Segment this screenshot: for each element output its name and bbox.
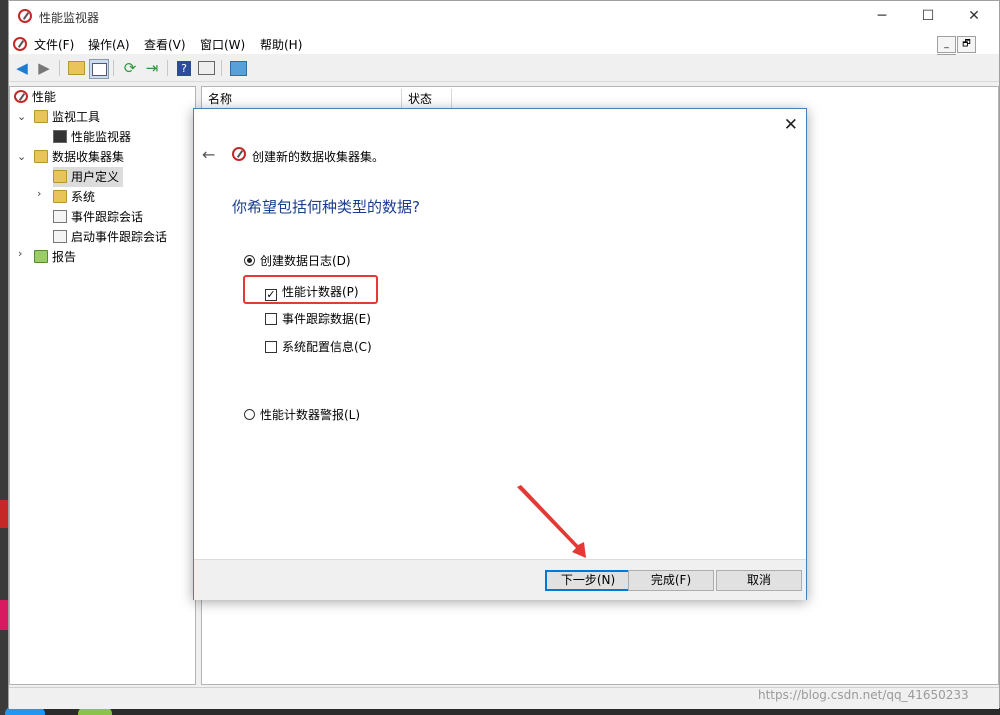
menu-view[interactable]: 查看(V) (144, 36, 186, 53)
dialog-footer: 下一步(N) 完成(F) 取消 (194, 559, 806, 600)
title-bar: 性能监视器 ─ ☐ ✕ (9, 1, 999, 32)
cancel-button[interactable]: 取消 (716, 570, 802, 591)
tree-label: 报告 (52, 250, 77, 264)
chevron-right-icon[interactable]: › (18, 247, 22, 260)
maximize-button[interactable]: ☐ (905, 1, 951, 32)
tree-label: 性能 (32, 90, 57, 104)
chevron-right-icon[interactable]: › (37, 187, 41, 200)
option-label: 性能计数器警报(L) (260, 408, 361, 422)
checkbox-event-trace-data[interactable]: 事件跟踪数据(E) (265, 310, 371, 327)
chevron-down-icon[interactable]: ⌄ (17, 110, 26, 123)
toolbar-separator (221, 60, 222, 76)
tree-item-performance-monitor[interactable]: 性能监视器 (53, 127, 131, 147)
back-arrow-icon[interactable]: ← (202, 145, 215, 164)
menu-action[interactable]: 操作(A) (88, 36, 130, 53)
mdi-controls: _🗗✕ (937, 35, 993, 71)
option-label: 性能计数器(P) (282, 285, 359, 299)
checkbox-icon (265, 341, 277, 353)
minimize-button[interactable]: ─ (859, 1, 905, 32)
menu-help[interactable]: 帮助(H) (260, 36, 302, 53)
tree-label: 性能监视器 (71, 130, 132, 144)
tree-item-data-collector-sets[interactable]: 数据收集器集 (34, 147, 124, 167)
perfmon-icon (14, 90, 28, 103)
checkbox-icon (265, 313, 277, 325)
tree-label: 监视工具 (52, 110, 101, 124)
close-button[interactable]: ✕ (951, 1, 997, 32)
trace-icon (53, 210, 67, 223)
tree-item-system[interactable]: 系统 (53, 187, 95, 207)
back-icon[interactable]: ◀ (13, 59, 31, 77)
user-folder-icon (53, 170, 67, 183)
perfmon-icon (232, 147, 246, 161)
option-label: 系统配置信息(C) (282, 340, 372, 354)
column-header-name[interactable]: 名称 (202, 89, 402, 109)
tree-item-startup-event-trace-sessions[interactable]: 启动事件跟踪会话 (53, 227, 167, 247)
new-collector-icon[interactable] (229, 59, 247, 77)
radio-performance-counter-alert[interactable]: 性能计数器警报(L) (244, 406, 360, 423)
radio-icon (244, 409, 255, 420)
menu-window[interactable]: 窗口(W) (200, 36, 245, 53)
tree-label: 事件跟踪会话 (71, 210, 144, 224)
mdi-minimize-button[interactable]: _ (937, 36, 956, 53)
radio-selected-icon (244, 255, 255, 266)
dialog-close-button[interactable]: ✕ (784, 115, 798, 135)
watermark-text: https://blog.csdn.net/qq_41650233 (758, 688, 969, 702)
create-collector-set-dialog: ✕ ← 创建新的数据收集器集。 你希望包括何种类型的数据? 创建数据日志(D) … (193, 108, 807, 600)
question-heading: 你希望包括何种类型的数据? (232, 198, 420, 216)
report-folder-icon (34, 250, 48, 263)
radio-create-data-log[interactable]: 创建数据日志(D) (244, 252, 351, 269)
help-icon[interactable]: ? (175, 59, 193, 77)
tree-item-user-defined[interactable]: 用户定义 (53, 167, 124, 187)
up-folder-icon[interactable] (67, 59, 85, 77)
show-hide-tree-icon[interactable] (89, 59, 109, 79)
monitor-chart-icon (53, 130, 67, 143)
tree-label: 启动事件跟踪会话 (71, 230, 168, 244)
perfmon-app-icon (18, 9, 32, 23)
mdi-restore-button[interactable]: 🗗 (957, 36, 976, 53)
checkbox-checked-icon: ✓ (265, 288, 277, 301)
refresh-icon[interactable]: ⟳ (121, 59, 139, 77)
menu-file[interactable]: 文件(F) (34, 36, 74, 53)
toolbar-separator (59, 60, 60, 76)
dialog-title: 创建新的数据收集器集。 (252, 150, 385, 164)
navigation-tree: 性能 ⌄ 监视工具 性能监视器 ⌄ 数据收集器集 用户定义 › 系统 事件跟踪会… (9, 86, 196, 685)
option-label: 事件跟踪数据(E) (282, 312, 371, 326)
export-list-icon[interactable]: ⇥ (143, 59, 161, 77)
finish-button[interactable]: 完成(F) (628, 570, 714, 591)
toolbar: ◀ ▶ ⟳ ⇥ ? (9, 55, 999, 82)
checkbox-performance-counter[interactable]: ✓ 性能计数器(P) (265, 283, 359, 301)
tree-item-performance[interactable]: 性能 (14, 87, 56, 107)
tree-label: 用户定义 (71, 170, 120, 184)
tree-item-reports[interactable]: 报告 (34, 247, 76, 267)
checkbox-system-config[interactable]: 系统配置信息(C) (265, 338, 372, 355)
folder-icon (34, 110, 48, 123)
system-folder-icon (53, 190, 67, 203)
desktop-icon-pink (0, 600, 8, 630)
chevron-down-icon[interactable]: ⌄ (17, 150, 26, 163)
perfmon-menu-icon[interactable] (13, 37, 27, 51)
window-title: 性能监视器 (39, 11, 100, 25)
folder-icon (34, 150, 48, 163)
column-header-status[interactable]: 状态 (402, 89, 452, 109)
properties-icon[interactable] (197, 59, 215, 77)
tree-label: 数据收集器集 (52, 150, 125, 164)
toolbar-separator (113, 60, 114, 76)
option-label: 创建数据日志(D) (260, 254, 351, 268)
tree-label: 系统 (71, 190, 96, 204)
menu-bar: 文件(F) 操作(A) 查看(V) 窗口(W) 帮助(H) _🗗✕ (9, 32, 999, 71)
tree-item-monitoring-tools[interactable]: 监视工具 (34, 107, 100, 127)
desktop-icon-red (0, 500, 8, 528)
next-button[interactable]: 下一步(N) (545, 570, 631, 591)
trace-icon (53, 230, 67, 243)
tree-item-event-trace-sessions[interactable]: 事件跟踪会话 (53, 207, 143, 227)
toolbar-separator (167, 60, 168, 76)
forward-icon[interactable]: ▶ (35, 59, 53, 77)
